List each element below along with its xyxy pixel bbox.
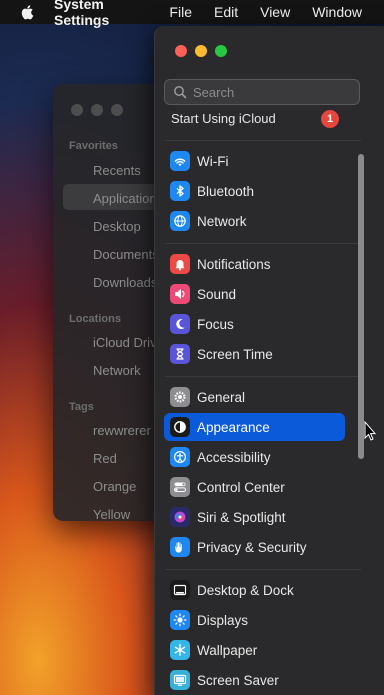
sidebar-item-label: Notifications [197,256,271,272]
sidebar-item-label: Wallpaper [197,642,258,658]
sidebar-item-sound[interactable]: Sound [164,280,345,308]
sidebar-item-general[interactable]: General [164,383,345,411]
sidebar-item-label: Screen Time [197,346,273,362]
sidebar-item-label: Desktop & Dock [197,582,294,598]
sidebar-item-siri-and-spotlight[interactable]: Siri & Spotlight [164,503,345,531]
sidebar-item-label: Wi-Fi [197,153,229,169]
finder-locations-header: Locations [69,313,121,325]
sidebar-item-label: Displays [197,612,249,628]
sidebar-item-accessibility[interactable]: Accessibility [164,443,345,471]
sidebar-item-bluetooth[interactable]: Bluetooth [164,177,345,205]
sidebar-item-label: Focus [197,316,234,332]
sidebar-item-appearance[interactable]: Appearance [164,413,345,441]
menu-bar: System Settings File Edit View Window [0,0,384,28]
wifi-icon [170,151,190,171]
start-using-icloud-link[interactable]: Start Using iCloud [171,110,341,126]
zoom-button[interactable] [215,45,227,57]
system-settings-window: Start Using iCloud 1 Wi-Fi Bluetooth Netwo… [154,26,384,695]
finder-tag-item[interactable]: Orange [93,479,136,494]
sidebar-item-privacy-and-security[interactable]: Privacy & Security [164,533,345,561]
sun-icon [170,610,190,630]
sidebar-item-label: Privacy & Security [197,539,307,555]
sidebar-item-wallpaper[interactable]: Wallpaper [164,636,345,664]
finder-sidebar-item[interactable]: Documents [93,247,159,262]
sidebar-item-label: Sound [197,286,237,302]
finder-tags-header: Tags [69,401,94,413]
app-name-menu[interactable]: System Settings [54,0,147,28]
finder-tag-item[interactable]: rewwrerer [93,423,151,438]
sidebar-item-label: Network [197,213,247,229]
sidebar-item-label: Bluetooth [197,183,255,199]
close-button[interactable] [175,45,187,57]
sidebar-item-wi-fi[interactable]: Wi-Fi [164,147,345,175]
hand-icon [170,537,190,557]
siri-icon [170,507,190,527]
finder-tag-item[interactable]: Yellow [93,507,130,521]
sidebar-item-label: Screen Saver [197,672,279,688]
finder-sidebar-item[interactable]: Applications [93,191,163,206]
menu-view[interactable]: View [260,4,290,20]
finder-sidebar-item[interactable]: Recents [93,163,141,178]
divider [165,243,361,244]
sidebar-item-network[interactable]: Network [164,207,345,235]
finder-sidebar-item[interactable]: Network [93,363,141,378]
snowflake-icon [170,640,190,660]
bluetooth-icon [170,181,190,201]
sidebar-item-screen-time[interactable]: Screen Time [164,340,345,368]
mouse-cursor-icon [364,421,376,441]
sidebar-item-label: Siri & Spotlight [197,509,286,525]
accessibility-icon [170,447,190,467]
sidebar-item-desktop-and-dock[interactable]: Desktop & Dock [164,576,345,604]
sidebar-item-label: Accessibility [197,449,271,465]
bell-icon [170,254,190,274]
sidebar-item-control-center[interactable]: Control Center [164,473,345,501]
menu-file[interactable]: File [169,4,192,20]
minimize-button[interactable] [195,45,207,57]
divider [165,140,361,141]
apple-logo-icon[interactable] [20,4,36,20]
sidebar-item-screen-saver[interactable]: Screen Saver [164,666,345,694]
divider [165,569,361,570]
menu-edit[interactable]: Edit [214,4,238,20]
finder-sidebar-item[interactable]: Downloads [93,275,157,290]
finder-sidebar-item[interactable]: Desktop [93,219,141,234]
screensaver-icon [170,670,190,690]
hourglass-icon [170,344,190,364]
speaker-icon [170,284,190,304]
finder-traffic-lights [71,104,123,116]
search-field[interactable] [164,79,360,105]
finder-favorites-header: Favorites [69,140,118,152]
menu-window[interactable]: Window [312,4,362,20]
sidebar-item-focus[interactable]: Focus [164,310,345,338]
sidebar-scrollbar[interactable] [358,154,364,459]
divider [165,376,361,377]
appearance-icon [170,417,190,437]
control-center-icon [170,477,190,497]
globe-icon [170,211,190,231]
sidebar-item-label: General [197,389,246,405]
sidebar-item-notifications[interactable]: Notifications [164,250,345,278]
sidebar-item-displays[interactable]: Displays [164,606,345,634]
moon-icon [170,314,190,334]
dock-icon [170,580,190,600]
finder-tag-item[interactable]: Red [93,451,117,466]
sidebar-item-label: Appearance [197,419,270,435]
search-input[interactable] [193,84,343,100]
gear-icon [170,387,190,407]
sidebar-item-label: Control Center [197,479,285,495]
icloud-notification-badge: 1 [321,110,339,128]
search-icon [174,86,187,99]
